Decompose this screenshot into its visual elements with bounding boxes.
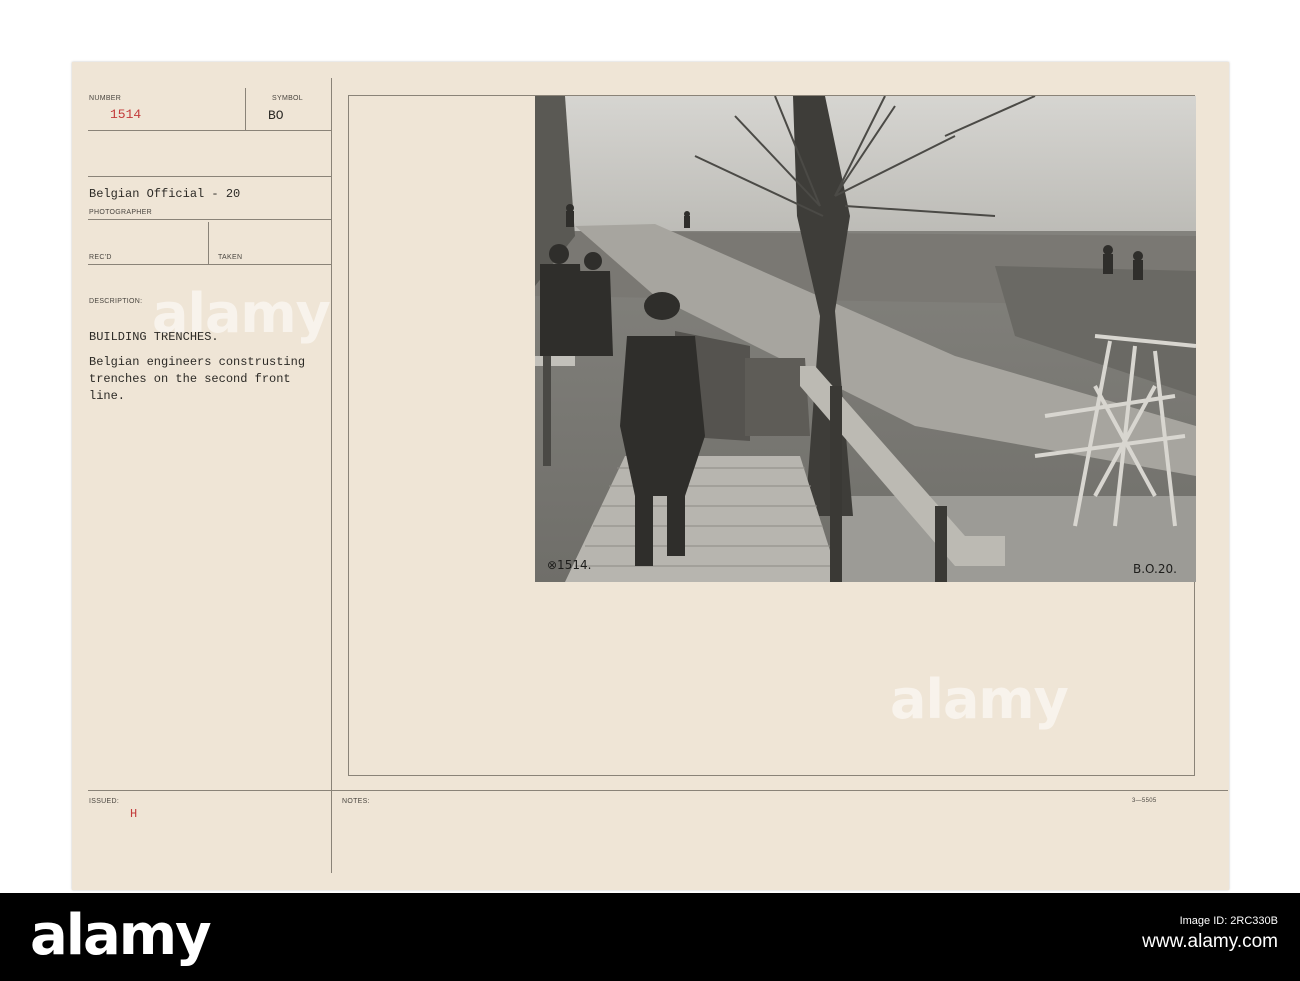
description-label: DESCRIPTION: xyxy=(89,298,143,305)
description-line: line. xyxy=(89,389,126,403)
description-line: trenches on the second front xyxy=(89,372,291,386)
footer-bar: alamy Image ID: 2RC330B www.alamy.com xyxy=(0,893,1300,981)
number-value: 1514 xyxy=(110,107,142,122)
watermark: alamy xyxy=(152,282,331,345)
description-line: Belgian engineers construsting xyxy=(89,355,306,369)
watermark: alamy xyxy=(890,668,1069,731)
site-url: www.alamy.com xyxy=(1142,931,1278,952)
symbol-value: BO xyxy=(268,108,284,123)
recd-label: REC'D xyxy=(89,254,112,261)
photographer-label: PHOTOGRAPHER xyxy=(89,209,152,216)
issued-value: H xyxy=(130,807,138,821)
image-credits: Image ID: 2RC330B www.alamy.com xyxy=(1142,915,1278,953)
photo-inscription-number: ⊗1514. xyxy=(547,558,592,572)
photographer-value: Belgian Official - 20 xyxy=(89,187,241,201)
symbol-label: SYMBOL xyxy=(272,95,303,102)
form-code: 3—5505 xyxy=(1132,798,1157,804)
notes-label: NOTES: xyxy=(342,798,370,805)
alamy-logo: alamy xyxy=(30,903,212,968)
watermark: alamy xyxy=(1238,668,1300,728)
issued-label: ISSUED: xyxy=(89,798,120,805)
taken-label: TAKEN xyxy=(218,254,243,261)
number-label: NUMBER xyxy=(89,95,122,102)
image-id: Image ID: 2RC330B xyxy=(1179,915,1278,927)
photo-inscription-code: B.O.20. xyxy=(1133,562,1177,576)
trench-photograph: ⊗1514. B.O.20. xyxy=(535,96,1196,582)
